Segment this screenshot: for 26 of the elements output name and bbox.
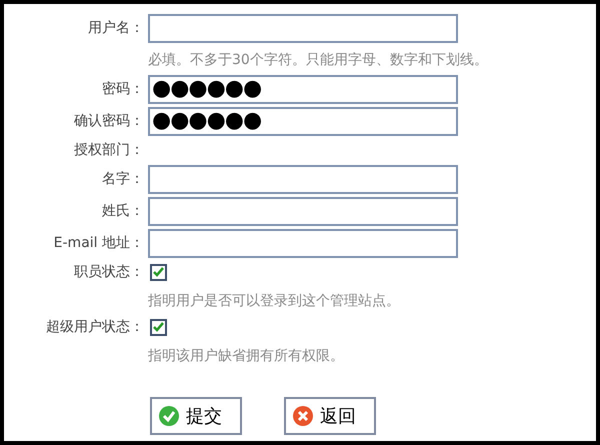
password-field[interactable]: ●●●●●● xyxy=(148,74,458,104)
password-field[interactable]: ●●●●●● xyxy=(148,106,458,136)
submit-button[interactable]: 提交 xyxy=(150,397,242,435)
check-icon xyxy=(158,405,180,427)
text-field[interactable] xyxy=(148,14,458,42)
field-label: 姓氏： xyxy=(102,202,144,220)
help-text: 指明该用户缺省拥有所有权限。 xyxy=(148,347,344,366)
text-field[interactable] xyxy=(148,164,458,194)
check-icon xyxy=(153,267,164,277)
field-label: 超级用户状态： xyxy=(46,318,144,336)
text-field[interactable] xyxy=(148,196,458,226)
field-label: 名字： xyxy=(102,170,144,188)
field-label: 用户名： xyxy=(88,18,144,38)
field-label: 职员状态： xyxy=(74,262,144,282)
checkbox[interactable] xyxy=(150,264,167,280)
help-text: 指明用户是否可以登录到这个管理站点。 xyxy=(148,292,400,311)
checkbox[interactable] xyxy=(150,318,167,336)
check-icon xyxy=(153,322,164,332)
field-label: 授权部门： xyxy=(74,140,144,160)
field-label: 确认密码： xyxy=(74,112,144,130)
field-label: 密码： xyxy=(102,80,144,98)
close-icon xyxy=(292,405,314,427)
back-button[interactable]: 返回 xyxy=(284,397,376,435)
help-text: 必填。不多于30个字符。只能用字母、数字和下划线。 xyxy=(148,51,488,70)
text-field[interactable] xyxy=(148,228,458,258)
field-label: E-mail 地址： xyxy=(54,234,144,252)
